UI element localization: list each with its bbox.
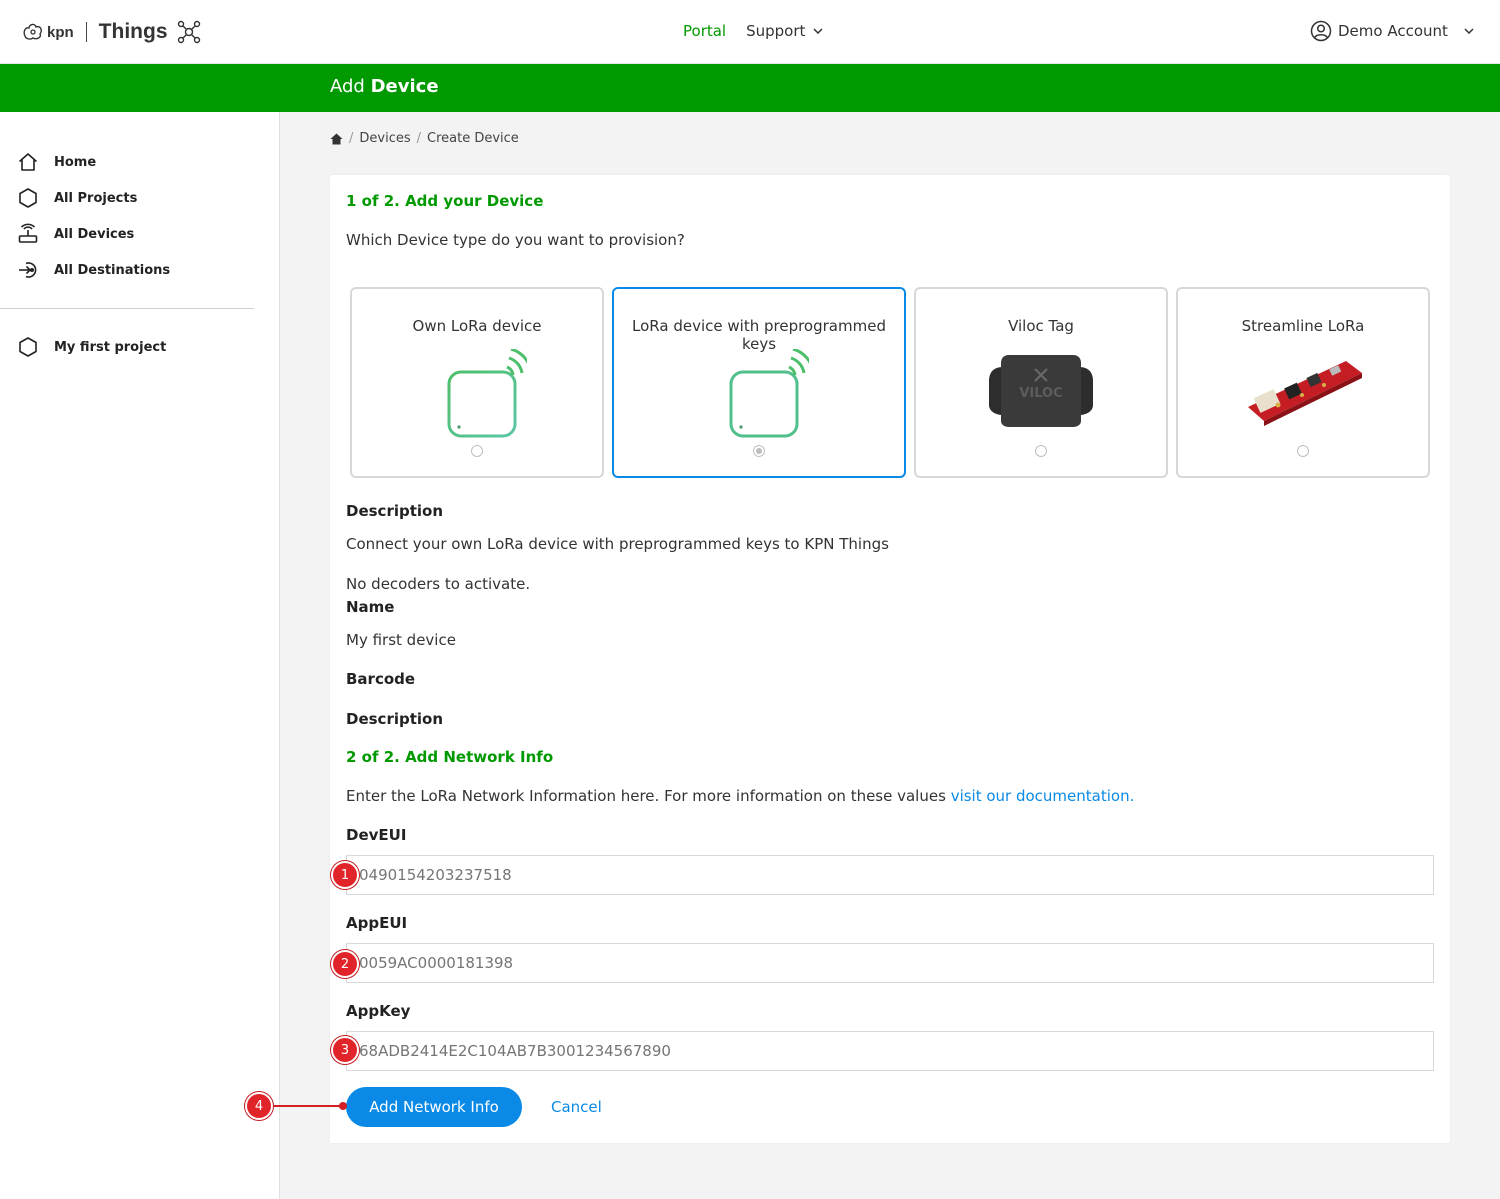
sidebar-item-all-devices[interactable]: All Devices (16, 222, 134, 246)
sidebar-item-all-destinations[interactable]: All Destinations (16, 258, 170, 282)
appkey-input[interactable] (346, 1031, 1434, 1071)
logo-divider (85, 22, 87, 42)
description2-label: Description (346, 710, 444, 728)
kpn-things-logo[interactable]: kpn Things (22, 16, 202, 48)
chevron-down-icon (1464, 28, 1474, 34)
device-type-radio[interactable] (1035, 445, 1047, 457)
nav-support-label: Support (746, 22, 806, 40)
annotation-marker-4: 4 (245, 1092, 273, 1120)
hexagon-icon (16, 335, 40, 359)
annotation-callout-line (272, 1105, 342, 1107)
device-type-viloc-tag[interactable]: Viloc Tag VILOC (914, 287, 1168, 478)
sidebar-item-label: Home (54, 154, 97, 170)
sidebar: Home All Projects All Devices All Destin… (0, 112, 280, 1199)
chevron-down-icon (813, 28, 823, 34)
sidebar-item-label: All Projects (54, 190, 138, 206)
deveui-input[interactable] (346, 855, 1434, 895)
account-menu[interactable]: Demo Account (1310, 20, 1474, 42)
breadcrumb: / Devices / Create Device (330, 131, 519, 146)
home-icon[interactable] (330, 133, 343, 145)
breadcrumb-devices[interactable]: Devices (359, 131, 410, 146)
device-type-streamline-lora[interactable]: Streamline LoRa (1176, 287, 1430, 478)
annotation-marker-2: 2 (331, 950, 359, 978)
lora-device-icon (614, 349, 904, 439)
annotation-marker-3: 3 (331, 1036, 359, 1064)
page-header: Add Device (0, 64, 1500, 112)
device-type-radio[interactable] (1297, 445, 1309, 457)
network-nodes-icon (177, 20, 200, 44)
viloc-tag-image: VILOC (916, 349, 1166, 439)
page-title: Add Device (330, 76, 439, 97)
destination-icon (16, 258, 40, 282)
page-title-bold: Device (370, 76, 439, 97)
deveui-label: DevEUI (346, 826, 407, 844)
description-label: Description (346, 502, 444, 520)
nav-portal[interactable]: Portal (683, 22, 726, 40)
documentation-link[interactable]: visit our documentation. (951, 787, 1135, 805)
sidebar-project-my-first-project[interactable]: My first project (16, 335, 166, 359)
appeui-label: AppEUI (346, 914, 408, 932)
sidebar-item-label: All Destinations (54, 262, 171, 278)
add-device-card: 1 of 2. Add your Device Which Device typ… (330, 175, 1450, 1143)
page-title-light: Add (330, 76, 365, 97)
device-type-own-lora[interactable]: Own LoRa device (350, 287, 604, 478)
device-type-label: LoRa device with preprogrammed keys (632, 317, 886, 353)
device-type-radio[interactable] (471, 445, 483, 457)
nav-support[interactable]: Support (746, 22, 823, 40)
breadcrumb-create-device: Create Device (427, 131, 519, 146)
device-type-lora-preprogrammed[interactable]: LoRa device with preprogrammed keys (612, 287, 906, 478)
home-icon (16, 150, 40, 174)
breadcrumb-separator: / (416, 131, 422, 146)
things-wordmark: Things (98, 20, 168, 43)
decoders-text: No decoders to activate. (346, 575, 531, 593)
sidebar-item-label: All Devices (54, 226, 135, 242)
annotation-marker-1: 1 (331, 861, 359, 889)
svg-text:VILOC: VILOC (1019, 386, 1062, 401)
appkey-label: AppKey (346, 1002, 411, 1020)
sidebar-project-label: My first project (54, 339, 167, 355)
router-icon (16, 222, 40, 246)
network-info-text: Enter the LoRa Network Information here.… (346, 787, 1134, 805)
name-label: Name (346, 598, 395, 616)
sidebar-divider (0, 308, 254, 309)
add-network-info-button[interactable]: Add Network Info (346, 1087, 522, 1127)
kpn-wordmark: kpn (47, 23, 74, 41)
top-nav: Portal Support (683, 22, 823, 40)
device-type-label: Streamline LoRa (1241, 317, 1365, 335)
account-name: Demo Account (1338, 22, 1448, 40)
hexagon-icon (16, 186, 40, 210)
user-icon (1310, 20, 1332, 42)
step1-title: 1 of 2. Add your Device (346, 192, 544, 210)
appeui-input[interactable] (346, 943, 1434, 983)
barcode-label: Barcode (346, 670, 416, 688)
sidebar-item-home[interactable]: Home (16, 150, 96, 174)
streamline-lora-image (1178, 349, 1428, 439)
kpn-logo: kpn (22, 22, 74, 42)
cancel-button[interactable]: Cancel (551, 1098, 602, 1116)
device-type-question: Which Device type do you want to provisi… (346, 231, 685, 249)
top-bar: kpn Things Portal Support Demo Account (0, 0, 1500, 64)
network-info-text-body: Enter the LoRa Network Information here.… (346, 787, 946, 805)
sidebar-item-all-projects[interactable]: All Projects (16, 186, 137, 210)
annotation-callout-dot (339, 1102, 347, 1110)
device-type-label: Own LoRa device (412, 317, 542, 335)
crown-icon (23, 23, 42, 40)
device-type-label: Viloc Tag (1008, 317, 1074, 335)
breadcrumb-separator: / (349, 131, 354, 146)
name-value: My first device (346, 631, 456, 649)
device-type-radio[interactable] (753, 445, 765, 457)
description-text: Connect your own LoRa device with prepro… (346, 535, 889, 553)
lora-device-icon (352, 349, 602, 439)
step2-title: 2 of 2. Add Network Info (346, 748, 554, 766)
